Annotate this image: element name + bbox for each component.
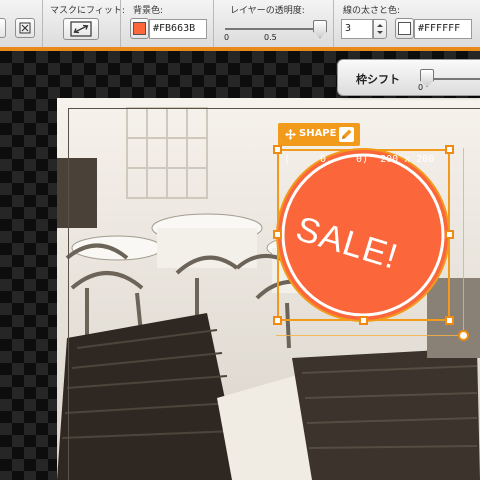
layer-opacity-thumb[interactable] bbox=[313, 20, 327, 38]
shape-height: 200 bbox=[416, 154, 435, 165]
resize-handle-top-left[interactable] bbox=[273, 145, 282, 154]
mask-fit-button[interactable] bbox=[63, 18, 99, 40]
shape-y: 0 bbox=[356, 154, 363, 165]
stroke-width-input[interactable]: 3 bbox=[341, 19, 373, 39]
close-box-icon bbox=[19, 22, 31, 34]
resize-handle-bottom-center[interactable] bbox=[359, 316, 368, 325]
background-color-label: 背景色: bbox=[133, 6, 164, 16]
layer-opacity-mid-label: 0.5 bbox=[264, 33, 277, 42]
mask-fit-label: マスクにフィット: bbox=[50, 6, 125, 16]
layer-opacity-min-label: 0 bbox=[224, 33, 230, 42]
stepper-arrows-icon bbox=[377, 24, 383, 34]
layer-opacity-track[interactable] bbox=[225, 28, 320, 30]
rotate-handle[interactable] bbox=[458, 330, 469, 341]
frame-shift-min-label: 0 bbox=[418, 83, 424, 92]
toolbar-left-button[interactable] bbox=[0, 18, 6, 38]
shape-tag-label: SHAPE bbox=[299, 128, 337, 139]
shape-coordinates: (0, 0) 200 x 200 bbox=[284, 154, 434, 165]
stroke-color-swatch[interactable] bbox=[398, 22, 411, 35]
resize-handle-bottom-right[interactable] bbox=[445, 316, 454, 325]
toolbar: マスクにフィット: 背景色: #FB663B レイヤーの透明度: 0 0.5 線… bbox=[0, 0, 480, 48]
resize-handle-middle-left[interactable] bbox=[273, 230, 282, 239]
resize-handle-top-right[interactable] bbox=[445, 145, 454, 154]
layer-opacity-label: レイヤーの透明度: bbox=[230, 6, 305, 16]
edit-shape-button[interactable] bbox=[339, 127, 354, 142]
coord-times: x bbox=[398, 154, 417, 165]
resize-handle-bottom-left[interactable] bbox=[273, 316, 282, 325]
coord-close-paren: ) bbox=[362, 154, 381, 165]
frame-shift-label: 枠シフト bbox=[356, 73, 400, 86]
move-arrows-icon[interactable] bbox=[285, 129, 296, 140]
stroke-color-input[interactable]: #FFFFFF bbox=[414, 19, 472, 39]
toolbar-accent-strip bbox=[0, 47, 480, 51]
background-color-swatch[interactable] bbox=[133, 22, 146, 35]
frame-shift-panel: 枠シフト 0 bbox=[337, 59, 480, 96]
resize-handle-middle-right[interactable] bbox=[445, 230, 454, 239]
fit-arrows-icon bbox=[70, 21, 92, 37]
shape-tag[interactable]: SHAPE bbox=[278, 123, 360, 146]
shape-width: 200 bbox=[380, 154, 399, 165]
remove-mask-button[interactable] bbox=[15, 18, 35, 38]
shape-x: 0 bbox=[320, 154, 327, 165]
background-color-input[interactable]: #FB663B bbox=[149, 19, 207, 39]
stroke-width-stepper[interactable] bbox=[373, 19, 387, 39]
pencil-icon bbox=[342, 129, 352, 139]
stroke-label: 線の太さと色: bbox=[343, 6, 401, 16]
